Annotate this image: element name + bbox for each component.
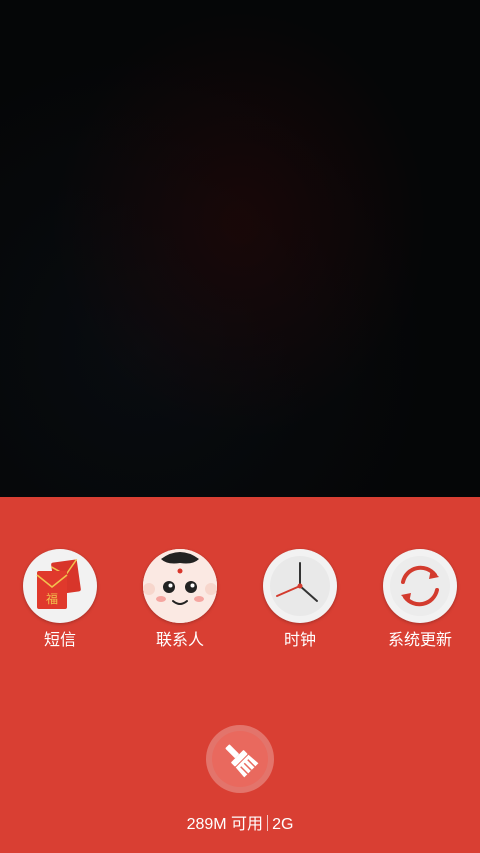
quick-launch-panel: 福 短信 联系人 时钟 系统更新 289M 可用 2G (0, 497, 480, 853)
refresh-icon (383, 549, 457, 623)
memory-total: 2G (272, 816, 294, 833)
app-clock[interactable]: 时钟 (240, 549, 360, 651)
app-label-system-update: 系统更新 (387, 632, 452, 649)
app-contacts[interactable]: 联系人 (120, 549, 240, 651)
clean-memory-button[interactable] (206, 725, 274, 793)
memory-status: 289M 可用 2G (0, 815, 480, 835)
baby-face-icon (143, 549, 217, 623)
app-label-clock: 时钟 (283, 632, 316, 649)
recent-apps-screen: 福 短信 联系人 时钟 系统更新 289M 可用 2G (0, 0, 480, 853)
broom-icon (225, 744, 259, 778)
svg-text:福: 福 (46, 591, 58, 606)
app-label-contacts: 联系人 (155, 632, 204, 649)
app-label-sms: 短信 (43, 632, 76, 649)
memory-divider (267, 815, 269, 831)
app-sms[interactable]: 福 短信 (0, 549, 120, 651)
app-system-update[interactable]: 系统更新 (360, 549, 480, 651)
wallpaper-background[interactable] (0, 0, 480, 497)
red-envelope-icon: 福 (23, 549, 97, 623)
clock-icon (263, 549, 337, 623)
memory-available: 289M 可用 (186, 816, 264, 833)
clean-button-inner (212, 731, 268, 787)
